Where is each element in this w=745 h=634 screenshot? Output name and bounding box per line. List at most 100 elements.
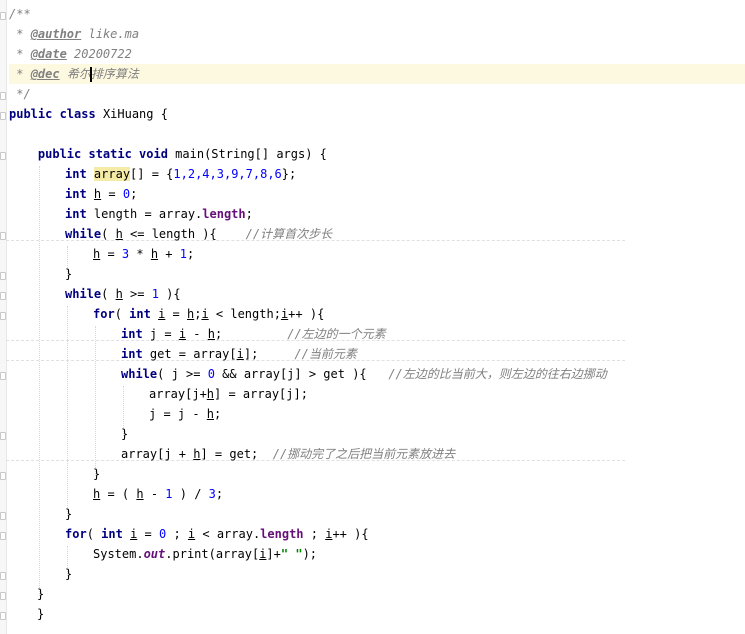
doc-tag-dec: @dec [30, 67, 60, 81]
code-text: ); [302, 547, 318, 561]
code-text: < length; [208, 307, 281, 321]
code-line[interactable]: } [93, 464, 745, 484]
code-text: ] = array[j]; [214, 387, 308, 401]
code-line[interactable]: public static void main(String[] args) { [9, 144, 745, 164]
code-line[interactable]: * @author like.ma [9, 24, 745, 44]
fold-marker-icon[interactable] [0, 472, 6, 480]
indent-guide [67, 306, 68, 516]
code-text: ){ [158, 287, 181, 301]
number-literal: 1 [165, 487, 173, 501]
code-text: = ( [100, 487, 137, 501]
code-line[interactable]: while( h >= 1 ){ [65, 284, 745, 304]
doc-star: * [9, 67, 31, 81]
code-text: = [137, 527, 159, 541]
doc-dec-value: 希尔 [59, 67, 91, 81]
code-line[interactable]: } [37, 604, 745, 624]
code-text: ; [214, 327, 288, 341]
variable: i [236, 347, 244, 361]
code-line[interactable]: while( j >= 0 && array[j] > get ){ //左边的… [121, 364, 745, 384]
field-reference: length [260, 527, 304, 541]
code-line[interactable]: System.out.print(array[i]+" "); [93, 544, 745, 564]
code-line[interactable]: array[j + h] = get; //挪动完了之后把当前元素放进去 [121, 444, 745, 464]
doc-dec-value: 排序算法 [90, 67, 139, 81]
doc-comment-open: /** [9, 7, 31, 21]
code-line[interactable]: int h = 0; [65, 184, 745, 204]
keyword: for [65, 527, 87, 541]
code-line[interactable]: } [65, 504, 745, 524]
code-text: = [165, 307, 187, 321]
keyword: for [93, 307, 115, 321]
keyword: while [121, 367, 158, 381]
code-line[interactable]: int j = i - h; //左边的一个元素 [121, 324, 745, 344]
code-line[interactable]: } [121, 424, 745, 444]
line-comment: //计算首次步长 [245, 227, 333, 241]
code-text: = [101, 187, 123, 201]
variable: h [115, 227, 123, 241]
variable: h [207, 327, 215, 341]
code-line[interactable]: */ [9, 84, 745, 104]
fold-marker-icon[interactable] [0, 292, 6, 300]
code-line[interactable]: h = ( h - 1 ) / 3; [93, 484, 745, 504]
code-text: ++ ){ [288, 307, 325, 321]
keyword: int [129, 307, 151, 321]
fold-marker-icon[interactable] [0, 512, 6, 520]
fold-marker-icon[interactable] [0, 612, 6, 620]
fold-marker-icon[interactable] [0, 12, 6, 20]
fold-marker-icon[interactable] [0, 432, 6, 440]
code-line[interactable]: int array[] = {1,2,4,3,9,7,8,6}; [65, 164, 745, 184]
fold-marker-icon[interactable] [0, 312, 6, 320]
closing-brace: } [65, 267, 73, 281]
fold-marker-icon[interactable] [0, 232, 6, 240]
code-text: = [100, 247, 122, 261]
code-line[interactable]: for( int i = 0 ; i < array.length ; i++ … [65, 524, 745, 544]
code-text: ; [214, 407, 222, 421]
fold-marker-icon[interactable] [0, 572, 6, 580]
code-text: ] = get; [200, 447, 273, 461]
code-text: < array. [195, 527, 261, 541]
code-line[interactable]: array[j+h] = array[j]; [149, 384, 745, 404]
code-line[interactable]: int get = array[i]; //当前元素 [121, 344, 745, 364]
code-text: array[j + [121, 447, 194, 461]
keyword: int [65, 187, 87, 201]
fold-marker-icon[interactable] [0, 112, 6, 120]
code-text: ]+ [266, 547, 281, 561]
code-line[interactable]: } [65, 264, 745, 284]
code-line[interactable]: * @date 20200722 [9, 44, 745, 64]
closing-brace: } [121, 427, 129, 441]
current-code-line[interactable]: * @dec 希尔排序算法 [9, 64, 745, 84]
code-text: ; [187, 247, 195, 261]
keyword: int [65, 207, 87, 221]
number-literal: 1 [151, 287, 159, 301]
code-line[interactable]: j = j - h; [149, 404, 745, 424]
fold-marker-icon[interactable] [0, 592, 6, 600]
fold-marker-icon[interactable] [0, 532, 6, 540]
code-text: ++ ){ [332, 527, 369, 541]
keyword: while [65, 227, 102, 241]
code-line[interactable]: int length = array.length; [65, 204, 745, 224]
code-text: - [186, 327, 208, 341]
code-text: && array[j] > get ){ [214, 367, 389, 381]
code-text: [] = { [130, 167, 174, 181]
code-text: ; [303, 527, 326, 541]
code-text: ) / [172, 487, 209, 501]
number-literal: 1 [179, 247, 187, 261]
fold-marker-icon[interactable] [0, 372, 6, 380]
fold-marker-icon[interactable] [0, 272, 6, 280]
code-text: * [129, 247, 151, 261]
doc-tag-author: @author [30, 27, 82, 41]
variable: h [206, 407, 215, 421]
code-line[interactable]: while( h <= length ){ //计算首次步长 [65, 224, 745, 244]
code-line[interactable]: /** [9, 4, 745, 24]
code-line[interactable]: h = 3 * h + 1; [93, 244, 745, 264]
keyword: int [65, 167, 87, 181]
fold-marker-icon[interactable] [0, 152, 6, 160]
closing-brace: } [65, 507, 73, 521]
code-line[interactable]: for( int i = h;i < length;i++ ){ [93, 304, 745, 324]
fold-marker-icon[interactable] [0, 92, 6, 100]
code-editor[interactable]: /** * @author like.ma * @date 20200722 *… [0, 0, 745, 634]
code-line[interactable]: public class XiHuang { [9, 104, 745, 124]
code-line[interactable]: } [37, 584, 745, 604]
code-line[interactable]: } [65, 564, 745, 584]
code-text: get = array[ [142, 347, 237, 361]
closing-brace: } [37, 607, 45, 621]
